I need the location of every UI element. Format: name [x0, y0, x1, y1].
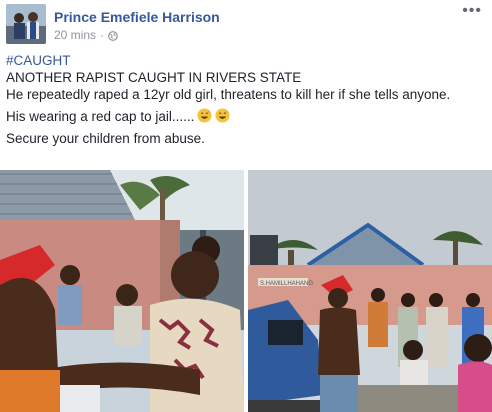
more-options-icon[interactable]: •••: [462, 3, 482, 19]
post-line-1: ANOTHER RAPIST CAUGHT IN RIVERS STATE: [6, 70, 302, 85]
wall-sign: S.HAMILLHAHANG: [260, 281, 313, 287]
photo-right[interactable]: S.HAMILLHAHANG: [248, 170, 492, 412]
hashtag-link[interactable]: #CAUGHT: [6, 53, 71, 68]
author-name[interactable]: Prince Emefiele Harrison: [54, 9, 220, 25]
post-line-3: His wearing a red cap to jail......: [6, 108, 486, 125]
post-line-3-text: His wearing a red cap to jail......: [6, 109, 195, 124]
meta-separator: ·: [100, 28, 105, 42]
grinning-sweat-emoji-icon: [215, 108, 230, 123]
post-meta: 20 mins ·: [54, 28, 118, 42]
photo-grid: S.HAMILLHAHANG: [0, 170, 492, 412]
photo-left[interactable]: [0, 170, 244, 412]
grinning-sweat-emoji-icon: [197, 108, 212, 123]
post-header: Prince Emefiele Harrison 20 mins · •••: [6, 3, 486, 44]
post-line-4: Secure your children from abuse.: [6, 131, 205, 146]
globe-icon[interactable]: [108, 30, 118, 41]
post-time[interactable]: 20 mins: [54, 28, 96, 42]
avatar[interactable]: [6, 4, 46, 44]
post-text: #CAUGHT ANOTHER RAPIST CAUGHT IN RIVERS …: [6, 52, 486, 147]
post-line-2: He repeatedly raped a 12yr old girl, thr…: [6, 87, 451, 102]
